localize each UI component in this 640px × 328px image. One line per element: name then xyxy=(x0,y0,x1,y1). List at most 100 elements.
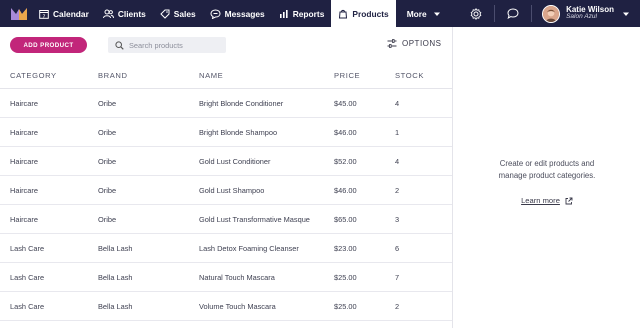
cell-stock: 1 xyxy=(395,127,400,137)
header-category[interactable]: CATEGORY xyxy=(10,71,57,80)
header-price[interactable]: PRICE xyxy=(334,71,360,80)
options-label: OPTIONS xyxy=(402,39,442,48)
cell-stock: 4 xyxy=(395,156,400,166)
cell-stock: 2 xyxy=(395,301,400,311)
table-row[interactable]: Haircare Oribe Gold Lust Transformative … xyxy=(0,205,452,234)
learn-more-label: Learn more xyxy=(521,196,560,205)
cell-name: Volume Touch Mascara xyxy=(199,301,276,311)
nav-more-label: More xyxy=(406,8,427,19)
nav-products-label: Products xyxy=(352,8,389,19)
nav-divider xyxy=(494,5,496,22)
options-button[interactable]: OPTIONS xyxy=(387,39,442,48)
cell-price: $25.00 xyxy=(334,272,357,282)
products-icon xyxy=(339,9,348,18)
header-stock[interactable]: STOCK xyxy=(395,71,424,80)
table-row[interactable]: Lash Care Bella Lash Lash Detox Foaming … xyxy=(0,234,452,263)
nav-divider xyxy=(531,5,533,22)
cell-price: $65.00 xyxy=(334,214,357,224)
cell-price: $46.00 xyxy=(334,127,357,137)
salon-name: Salon Azul xyxy=(566,13,597,21)
chat-button[interactable] xyxy=(499,0,527,27)
top-nav: 7 Calendar Clients Sales Messages Report… xyxy=(0,0,640,27)
external-link-icon xyxy=(565,197,573,204)
side-panel: Create or edit products and manage produ… xyxy=(452,27,640,328)
learn-more-link[interactable]: Learn more xyxy=(453,196,640,205)
cell-category: Haircare xyxy=(10,156,38,166)
cell-stock: 4 xyxy=(395,98,400,108)
cell-price: $23.00 xyxy=(334,243,357,253)
cell-brand: Oribe xyxy=(98,98,117,108)
nav-more[interactable]: More xyxy=(400,0,449,27)
settings-button[interactable] xyxy=(462,0,490,27)
cell-category: Haircare xyxy=(10,185,38,195)
table-row[interactable]: Haircare Oribe Bright Blonde Conditioner… xyxy=(0,89,452,118)
cell-brand: Oribe xyxy=(98,214,117,224)
cell-category: Haircare xyxy=(10,127,38,137)
cell-price: $25.00 xyxy=(334,301,357,311)
avatar xyxy=(542,4,561,23)
clients-icon xyxy=(102,9,114,18)
products-table: CATEGORY BRAND NAME PRICE STOCK Haircare… xyxy=(0,62,452,321)
cell-name: Gold Lust Transformative Masque xyxy=(199,214,310,224)
side-description: Create or edit products and manage produ… xyxy=(453,158,640,182)
reports-icon xyxy=(279,9,288,18)
cell-brand: Bella Lash xyxy=(98,272,133,282)
cell-brand: Oribe xyxy=(98,156,117,166)
tag-icon xyxy=(160,9,170,19)
cell-name: Gold Lust Conditioner xyxy=(199,156,271,166)
cell-stock: 3 xyxy=(395,214,400,224)
header-name[interactable]: NAME xyxy=(199,71,223,80)
cell-name: Bright Blonde Shampoo xyxy=(199,127,278,137)
cell-brand: Oribe xyxy=(98,127,117,137)
cell-name: Natural Touch Mascara xyxy=(199,272,275,282)
search-icon xyxy=(115,40,124,50)
table-row[interactable]: Haircare Oribe Bright Blonde Shampoo $46… xyxy=(0,118,452,147)
cell-category: Lash Care xyxy=(10,272,45,282)
nav-sales-label: Sales xyxy=(173,8,196,19)
nav-messages-label: Messages xyxy=(224,8,265,19)
sliders-icon xyxy=(387,39,397,48)
table-row[interactable]: Lash Care Bella Lash Volume Touch Mascar… xyxy=(0,292,452,321)
chat-icon xyxy=(507,8,519,19)
nav-clients[interactable]: Clients xyxy=(96,0,153,27)
nav-clients-label: Clients xyxy=(117,8,146,19)
cell-price: $52.00 xyxy=(334,156,357,166)
cell-brand: Oribe xyxy=(98,185,117,195)
cell-stock: 6 xyxy=(395,243,400,253)
gear-icon xyxy=(470,7,482,20)
table-row[interactable]: Haircare Oribe Gold Lust Shampoo $46.00 … xyxy=(0,176,452,205)
nav-reports[interactable]: Reports xyxy=(272,0,332,27)
cell-price: $45.00 xyxy=(334,98,357,108)
user-menu[interactable]: Katie Wilson Salon Azul xyxy=(536,0,640,27)
nav-calendar[interactable]: 7 Calendar xyxy=(32,0,96,27)
nav-sales[interactable]: Sales xyxy=(153,0,203,27)
header-brand[interactable]: BRAND xyxy=(98,71,128,80)
add-product-button[interactable]: ADD PRODUCT xyxy=(10,37,87,53)
cell-brand: Bella Lash xyxy=(98,243,133,253)
cell-stock: 2 xyxy=(395,185,400,195)
nav-reports-label: Reports xyxy=(292,8,325,19)
cell-category: Lash Care xyxy=(10,243,45,253)
cell-category: Lash Care xyxy=(10,301,45,311)
messages-icon xyxy=(210,8,221,19)
svg-text:7: 7 xyxy=(43,13,46,18)
nav-messages[interactable]: Messages xyxy=(203,0,272,27)
cell-stock: 7 xyxy=(395,272,400,282)
calendar-icon: 7 xyxy=(39,9,49,19)
cell-name: Gold Lust Shampoo xyxy=(199,185,265,195)
side-description-line2: manage product categories. xyxy=(498,171,596,180)
chevron-down-icon xyxy=(433,12,440,16)
search-input[interactable] xyxy=(129,40,224,50)
app-logo[interactable] xyxy=(6,0,32,27)
table-row[interactable]: Lash Care Bella Lash Natural Touch Masca… xyxy=(0,263,452,292)
table-header: CATEGORY BRAND NAME PRICE STOCK xyxy=(0,62,452,89)
cell-name: Bright Blonde Conditioner xyxy=(199,98,284,108)
cell-name: Lash Detox Foaming Cleanser xyxy=(199,243,299,253)
cell-category: Haircare xyxy=(10,98,38,108)
nav-products[interactable]: Products xyxy=(331,0,396,27)
table-row[interactable]: Haircare Oribe Gold Lust Conditioner $52… xyxy=(0,147,452,176)
side-description-line1: Create or edit products and xyxy=(499,159,595,168)
search-box[interactable] xyxy=(108,37,226,53)
cell-brand: Bella Lash xyxy=(98,301,133,311)
cell-category: Haircare xyxy=(10,214,38,224)
